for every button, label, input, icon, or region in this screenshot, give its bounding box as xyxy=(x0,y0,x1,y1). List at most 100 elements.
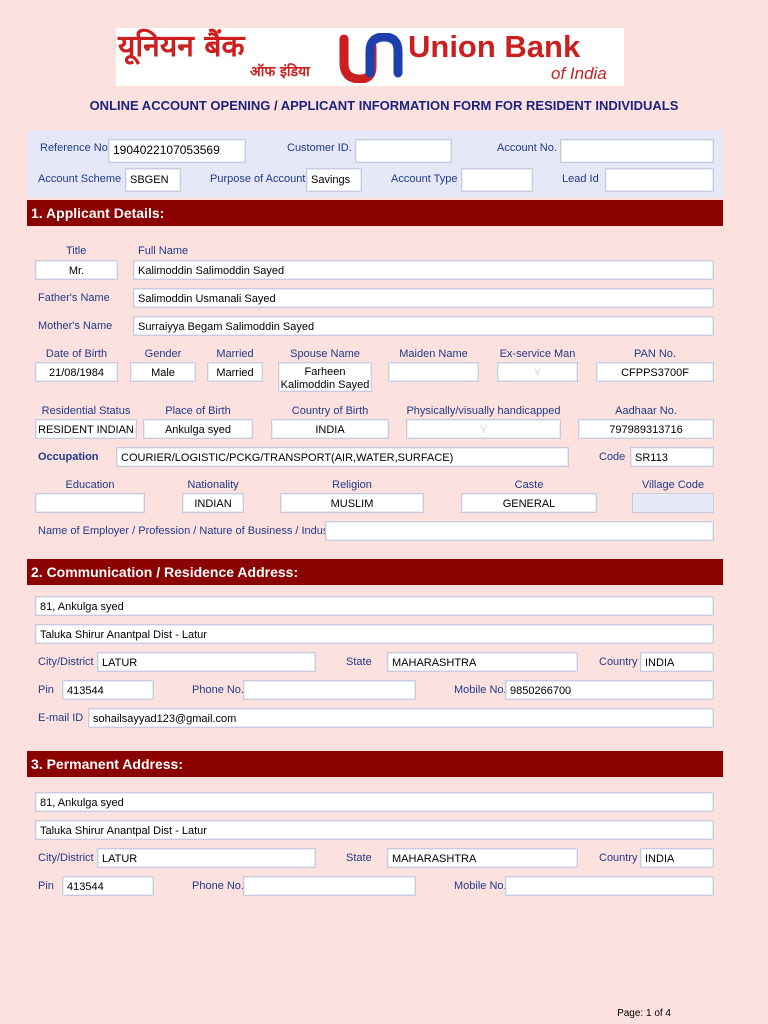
comm-state-field[interactable]: MAHARASHTRA xyxy=(387,652,578,672)
place-of-birth-field[interactable]: Ankulga syed xyxy=(143,419,253,439)
village-code-field[interactable] xyxy=(632,493,714,513)
education-label: Education xyxy=(65,479,115,491)
pan-field[interactable]: CFPPS3700F xyxy=(596,362,714,382)
country-of-birth-label: Country of Birth xyxy=(291,405,369,417)
comm-city-label: City/District xyxy=(38,656,94,668)
country-of-birth-field[interactable]: INDIA xyxy=(271,419,389,439)
code-field[interactable]: SR113 xyxy=(630,447,714,467)
comm-pin-label: Pin xyxy=(38,684,54,696)
comm-mobile-label: Mobile No. xyxy=(454,684,507,696)
scheme-label: Account Scheme xyxy=(38,173,122,185)
perm-phone-field[interactable] xyxy=(243,876,416,896)
title-label: Title xyxy=(66,245,87,257)
union-bank-emblem-icon xyxy=(339,33,403,83)
comm-country-label: Country xyxy=(599,656,638,668)
purpose-field[interactable]: Savings xyxy=(306,168,362,192)
handicapped-field[interactable]: Y xyxy=(406,419,561,439)
education-field[interactable] xyxy=(35,493,145,513)
handicapped-label: Physically/visually handicapped xyxy=(406,405,561,417)
perm-city-field[interactable]: LATUR xyxy=(97,848,316,868)
exservice-label: Ex-service Man xyxy=(499,348,576,360)
perm-country-label: Country xyxy=(599,852,638,864)
fullname-field[interactable]: Kalimoddin Salimoddin Sayed xyxy=(133,260,714,280)
gender-label: Gender xyxy=(144,348,182,360)
perm-address-line2-field[interactable]: Taluka Shirur Anantpal Dist - Latur xyxy=(35,820,714,840)
account-type-field[interactable] xyxy=(461,168,533,192)
maiden-name-field[interactable] xyxy=(388,362,479,382)
form-title: ONLINE ACCOUNT OPENING / APPLICANT INFOR… xyxy=(89,98,679,113)
fullname-label: Full Name xyxy=(138,245,189,257)
comm-mobile-field[interactable]: 9850266700 xyxy=(505,680,714,700)
spouse-field[interactable]: Farheen Kalimoddin Sayed xyxy=(278,362,372,392)
father-name-field[interactable]: Salimoddin Usmanali Sayed xyxy=(133,288,714,308)
reference-label: Reference No. xyxy=(40,142,111,154)
residential-status-field[interactable]: RESIDENT INDIAN xyxy=(35,419,137,439)
perm-city-label: City/District xyxy=(38,852,94,864)
logo-english-subtext: of India xyxy=(551,64,607,83)
occupation-label: Occupation xyxy=(38,451,99,463)
married-label: Married xyxy=(216,348,254,360)
lead-id-field[interactable] xyxy=(605,168,714,192)
mother-name-label: Mother's Name xyxy=(38,320,113,332)
perm-country-field[interactable]: INDIA xyxy=(640,848,714,868)
perm-state-label: State xyxy=(346,852,372,864)
employer-field[interactable] xyxy=(325,521,714,541)
religion-label: Religion xyxy=(332,479,372,491)
logo-english-text: Union Bank xyxy=(408,29,581,64)
maiden-name-label: Maiden Name xyxy=(399,348,468,360)
scheme-field[interactable]: SBGEN xyxy=(125,168,181,192)
section-permanent-address: 3. Permanent Address: xyxy=(27,751,723,777)
comm-country-field[interactable]: INDIA xyxy=(640,652,714,672)
perm-mobile-field[interactable] xyxy=(505,876,714,896)
perm-pin-label: Pin xyxy=(38,880,54,892)
aadhaar-label: Aadhaar No. xyxy=(615,405,677,417)
nationality-field[interactable]: INDIAN xyxy=(182,493,244,513)
customer-id-field[interactable] xyxy=(355,139,452,163)
exservice-field[interactable]: Y xyxy=(497,362,578,382)
caste-field[interactable]: GENERAL xyxy=(461,493,597,513)
comm-address-line2-field[interactable]: Taluka Shirur Anantpal Dist - Latur xyxy=(35,624,714,644)
purpose-label: Purpose of Account xyxy=(210,173,306,185)
married-field[interactable]: Married xyxy=(207,362,263,382)
perm-mobile-label: Mobile No. xyxy=(454,880,507,892)
customer-id-label: Customer ID. xyxy=(287,142,352,154)
dob-label: Date of Birth xyxy=(45,348,108,360)
caste-label: Caste xyxy=(514,479,544,491)
mother-name-field[interactable]: Surraiyya Begam Salimoddin Sayed xyxy=(133,316,714,336)
account-no-label: Account No. xyxy=(497,142,557,154)
religion-field[interactable]: MUSLIM xyxy=(280,493,424,513)
logo-hindi-subtext: ऑफ इंडिया xyxy=(250,64,310,80)
nationality-label: Nationality xyxy=(187,479,239,491)
spouse-name-line2: Kalimoddin Sayed xyxy=(280,379,370,391)
perm-address-line1-field[interactable]: 81, Ankulga syed xyxy=(35,792,714,812)
account-type-label: Account Type xyxy=(391,173,458,185)
section-communication-address: 2. Communication / Residence Address: xyxy=(27,559,723,585)
section-applicant-details: 1. Applicant Details: xyxy=(27,200,723,226)
aadhaar-field[interactable]: 797989313716 xyxy=(578,419,714,439)
residential-status-label: Residential Status xyxy=(41,405,131,417)
comm-address-line1-field[interactable]: 81, Ankulga syed xyxy=(35,596,714,616)
occupation-field[interactable]: COURIER/LOGISTIC/PCKG/TRANSPORT(AIR,WATE… xyxy=(116,447,569,467)
comm-state-label: State xyxy=(346,656,372,668)
village-code-label: Village Code xyxy=(641,479,705,491)
account-no-field[interactable] xyxy=(560,139,714,163)
reference-field[interactable]: 1904022107053569 xyxy=(108,139,246,163)
title-field[interactable]: Mr. xyxy=(35,260,118,280)
father-name-label: Father's Name xyxy=(38,292,110,304)
place-of-birth-label: Place of Birth xyxy=(165,405,231,417)
spouse-label: Spouse Name xyxy=(290,348,360,360)
logo-hindi-text: यूनियन बैंक xyxy=(118,29,245,64)
lead-id-label: Lead Id xyxy=(562,173,599,185)
gender-field[interactable]: Male xyxy=(130,362,196,382)
comm-phone-field[interactable] xyxy=(243,680,416,700)
comm-pin-field[interactable]: 413544 xyxy=(62,680,154,700)
code-label: Code xyxy=(599,451,626,463)
email-label: E-mail ID xyxy=(38,712,84,724)
employer-label: Name of Employer / Profession / Nature o… xyxy=(38,525,341,537)
dob-field[interactable]: 21/08/1984 xyxy=(35,362,118,382)
spouse-name-line1: Farheen xyxy=(304,366,346,378)
comm-city-field[interactable]: LATUR xyxy=(97,652,316,672)
email-field[interactable]: sohailsayyad123@gmail.com xyxy=(88,708,714,728)
perm-pin-field[interactable]: 413544 xyxy=(62,876,154,896)
perm-state-field[interactable]: MAHARASHTRA xyxy=(387,848,578,868)
